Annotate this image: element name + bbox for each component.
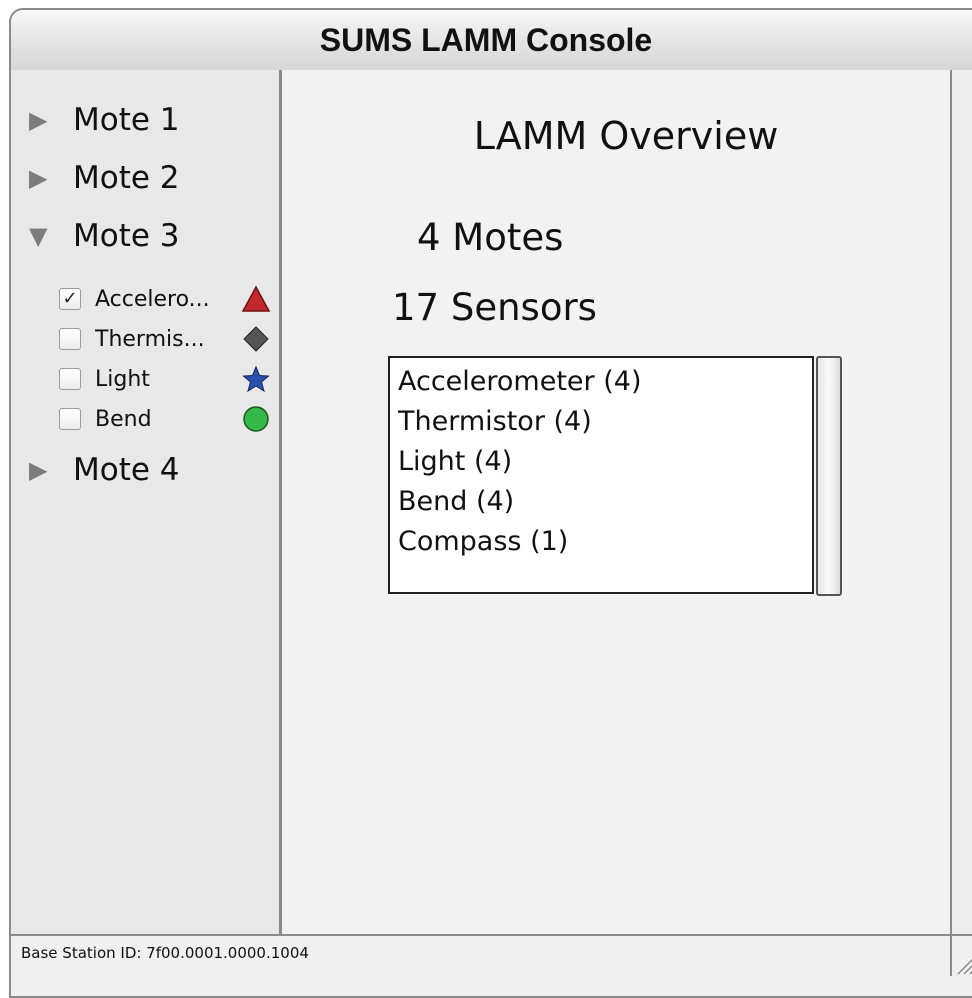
sidebar-item-mote-4[interactable]: ▶ Mote 4 — [29, 450, 180, 490]
sensor-label: Accelero... — [95, 286, 210, 312]
diamond-icon — [243, 326, 269, 352]
sensors-count: 17 Sensors — [392, 286, 597, 329]
sidebar-item-mote-1[interactable]: ▶ Mote 1 — [29, 100, 180, 140]
mote-label: Mote 2 — [73, 160, 180, 196]
sensor-checkbox[interactable] — [59, 368, 81, 390]
list-item[interactable]: Compass (1) — [390, 522, 812, 562]
circle-icon — [243, 406, 269, 432]
sidebar: ▶ Mote 1 ▶ Mote 2 ▼ Mote 3 ✓ Accelero...… — [11, 70, 282, 936]
sensor-list-scrollbar[interactable] — [816, 356, 842, 596]
sidebar-item-mote-3[interactable]: ▼ Mote 3 — [29, 216, 180, 256]
star-icon — [242, 365, 270, 393]
resize-grip-icon[interactable] — [950, 936, 972, 976]
sensor-item-bend: Bend — [59, 402, 269, 436]
mote-label: Mote 3 — [73, 218, 180, 254]
sensor-item-accelerometer: ✓ Accelero... — [59, 282, 271, 316]
sensor-label: Thermis... — [95, 326, 205, 352]
triangle-icon — [241, 285, 271, 312]
disclosure-right-icon[interactable]: ▶ — [29, 106, 57, 134]
base-station-id: Base Station ID: 7f00.0001.0000.1004 — [21, 944, 309, 962]
page-title: LAMM Overview — [473, 114, 779, 158]
right-pane — [950, 70, 972, 936]
list-item[interactable]: Accelerometer (4) — [390, 362, 812, 402]
disclosure-right-icon[interactable]: ▶ — [29, 164, 57, 192]
list-item[interactable]: Bend (4) — [390, 482, 812, 522]
sensor-item-thermistor: Thermis... — [59, 322, 269, 356]
sensor-label: Light — [95, 366, 150, 392]
list-item[interactable]: Thermistor (4) — [390, 402, 812, 442]
sensor-checkbox[interactable] — [59, 408, 81, 430]
list-item[interactable]: Light (4) — [390, 442, 812, 482]
disclosure-right-icon[interactable]: ▶ — [29, 456, 57, 484]
sensor-checkbox[interactable]: ✓ — [59, 288, 81, 310]
sensor-checkbox[interactable] — [59, 328, 81, 350]
sensor-item-light: Light — [59, 362, 270, 396]
mote-label: Mote 1 — [73, 102, 180, 138]
disclosure-down-icon[interactable]: ▼ — [29, 222, 57, 250]
sidebar-item-mote-2[interactable]: ▶ Mote 2 — [29, 158, 180, 198]
sensor-list[interactable]: Accelerometer (4) Thermistor (4) Light (… — [388, 356, 814, 594]
motes-count: 4 Motes — [417, 216, 564, 259]
main-panel: LAMM Overview 4 Motes 17 Sensors Acceler… — [282, 70, 950, 936]
app-window: SUMS LAMM Console ▶ Mote 1 ▶ Mote 2 ▼ Mo… — [9, 8, 972, 998]
sensor-label: Bend — [95, 406, 152, 432]
mote-label: Mote 4 — [73, 452, 180, 488]
status-bar: Base Station ID: 7f00.0001.0000.1004 — [11, 934, 972, 976]
window-title: SUMS LAMM Console — [319, 21, 653, 58]
title-bar[interactable]: SUMS LAMM Console — [11, 10, 972, 72]
